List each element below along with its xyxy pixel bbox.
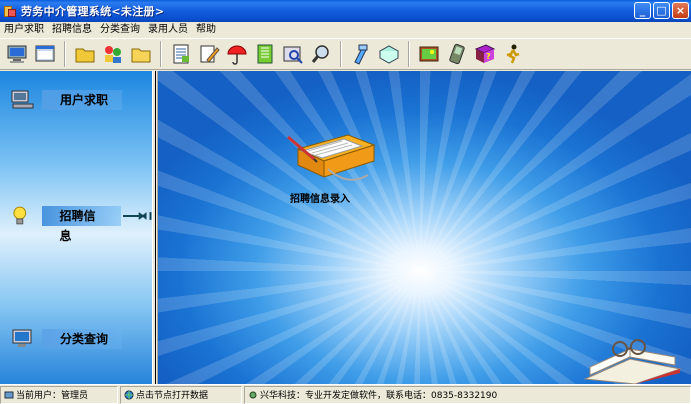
folder-open-icon xyxy=(131,48,150,63)
menu-bar: 用户求职 招聘信息 分类查询 录用人员 帮助 xyxy=(0,22,691,38)
splitter[interactable] xyxy=(152,71,158,384)
toolbar-preview-button[interactable] xyxy=(279,41,306,68)
sidebar-item-recruitment[interactable]: 招聘信息 xyxy=(10,205,152,243)
toolbar-separator xyxy=(408,41,410,67)
monitor-icon xyxy=(12,329,32,347)
toolbar-monitor-button[interactable] xyxy=(3,41,30,68)
bulb-icon xyxy=(13,206,27,225)
status-user-text: 当前用户：管理员 xyxy=(16,391,89,401)
toolbar-edit-button[interactable] xyxy=(195,41,222,68)
sidebar: 用户求职 招聘信息 分类查询 xyxy=(0,71,152,384)
hammer-icon xyxy=(353,44,367,65)
active-arrow-icon xyxy=(122,212,152,220)
svg-text:?: ? xyxy=(486,52,491,61)
toolbar-notebook-button[interactable] xyxy=(251,41,278,68)
toolbar-folder-open-button[interactable] xyxy=(127,41,154,68)
book-glasses-icon xyxy=(583,339,682,384)
toolbar-search-button[interactable] xyxy=(307,41,334,68)
book-icon xyxy=(378,45,399,64)
menu-user-job[interactable]: 用户求职 xyxy=(0,22,48,38)
toolbar-exit-button[interactable] xyxy=(499,41,526,68)
toolbar-hammer-button[interactable] xyxy=(347,41,374,68)
exit-icon xyxy=(506,44,519,64)
sidebar-item-category-query[interactable]: 分类查询 xyxy=(10,328,123,350)
toolbar-separator xyxy=(160,41,162,67)
close-button[interactable]: × xyxy=(672,2,689,19)
status-company-text: 兴华科技：专业开发定做软件，联系电话：0835-8332190 xyxy=(260,391,498,401)
toolbar-help-button[interactable]: ? xyxy=(471,41,498,68)
window-icon xyxy=(35,45,54,62)
toolbar-people-button[interactable] xyxy=(99,41,126,68)
toolbar-separator xyxy=(64,41,66,67)
toolbar-report-button[interactable] xyxy=(167,41,194,68)
search-icon xyxy=(311,45,329,63)
picture-icon xyxy=(419,46,438,62)
sidebar-item-label: 分类查询 xyxy=(42,329,123,349)
report-icon xyxy=(173,44,189,64)
edit-icon xyxy=(200,45,220,63)
help-icon: ? xyxy=(474,44,495,63)
toolbar-window-button[interactable] xyxy=(31,41,58,68)
status-hint: 点击节点打开数据 xyxy=(120,385,242,404)
menu-category-query[interactable]: 分类查询 xyxy=(96,22,144,38)
toolbar-picture-button[interactable] xyxy=(415,41,442,68)
status-company: 兴华科技：专业开发定做软件，联系电话：0835-8332190 xyxy=(244,385,691,404)
monitor-icon xyxy=(7,45,26,63)
menu-help[interactable]: 帮助 xyxy=(192,22,220,38)
maximize-button[interactable]: □ xyxy=(653,2,670,19)
status-bar: 当前用户：管理员 点击节点打开数据 兴华科技：专业开发定做软件，联系电话：083… xyxy=(0,384,691,404)
sidebar-item-label: 用户求职 xyxy=(42,90,123,110)
preview-icon xyxy=(283,46,303,64)
title-bar: 劳务中介管理系统<未注册> _ □ × xyxy=(0,0,691,22)
sidebar-item-user-job[interactable]: 用户求职 xyxy=(10,89,123,111)
sidebar-item-label: 招聘信息 xyxy=(41,206,121,243)
app-icon[interactable] xyxy=(3,4,17,18)
folder-icon xyxy=(75,48,94,63)
minimize-button[interactable]: _ xyxy=(634,2,651,19)
status-hint-text: 点击节点打开数据 xyxy=(136,391,209,401)
recruitment-entry-label: 招聘信息录入 xyxy=(290,194,350,205)
corner-decoration xyxy=(580,339,685,384)
menu-hired-staff[interactable]: 录用人员 xyxy=(144,22,192,38)
toolbar-folder-button[interactable] xyxy=(71,41,98,68)
toolbar: ? xyxy=(0,38,691,70)
briefcase-notebook-icon xyxy=(287,134,376,181)
computer-icon xyxy=(11,90,34,109)
toolbar-book-button[interactable] xyxy=(375,41,402,68)
window-title: 劳务中介管理系统<未注册> xyxy=(21,5,165,18)
status-current-user: 当前用户：管理员 xyxy=(0,385,118,404)
main-area: 用户求职 招聘信息 分类查询 招聘信息录入 xyxy=(0,71,691,384)
gear-icon xyxy=(249,391,257,398)
globe-icon xyxy=(124,390,134,399)
user-icon xyxy=(4,391,14,398)
toolbar-umbrella-button[interactable] xyxy=(223,41,250,68)
pda-icon xyxy=(448,43,465,65)
toolbar-pda-button[interactable] xyxy=(443,41,470,68)
umbrella-icon xyxy=(226,45,247,65)
toolbar-separator xyxy=(340,41,342,67)
people-icon xyxy=(104,46,121,63)
menu-recruitment[interactable]: 招聘信息 xyxy=(48,22,96,38)
notebook-icon xyxy=(257,44,272,64)
